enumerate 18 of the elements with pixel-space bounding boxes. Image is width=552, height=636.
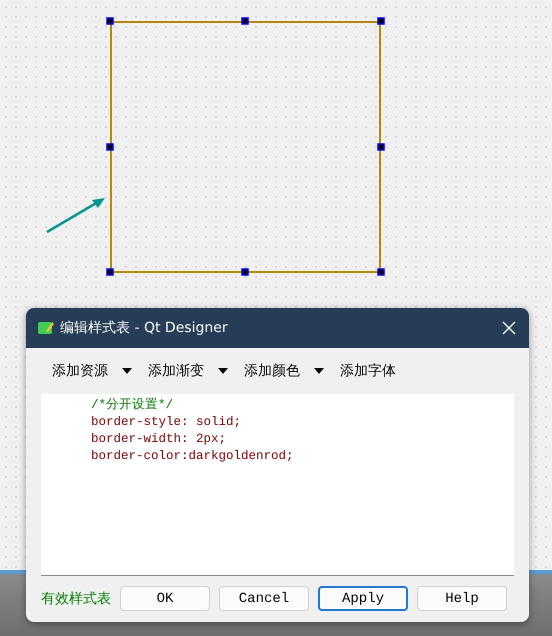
close-button[interactable] <box>501 320 517 336</box>
validity-status: 有效样式表 <box>41 590 111 608</box>
code-line: border-color:darkgoldenrod; <box>91 448 294 465</box>
arrow-icon <box>46 198 105 234</box>
window-title: 编辑样式表 - Qt Designer <box>60 319 229 337</box>
code-line: border-width: 2px; <box>91 431 226 448</box>
toolbar-button[interactable]: 添加字体 <box>340 362 396 380</box>
toolbar-button[interactable]: 添加颜色 <box>244 362 324 380</box>
dialog-button[interactable]: Apply <box>318 586 408 611</box>
code-comment: /*分开设置*/ <box>91 397 174 414</box>
code-line: border-style: solid; <box>91 414 242 431</box>
stylesheet-editor[interactable]: /*分开设置*/ border-style: solid; border-width: 2px; border-color:darkgoldenrod; <box>41 394 514 576</box>
dialog-button[interactable]: Cancel <box>219 586 309 611</box>
toolbar-button[interactable]: 添加资源 <box>52 362 132 380</box>
toolbar-button[interactable]: 添加渐变 <box>148 362 228 380</box>
dialog-button[interactable]: Help <box>417 586 507 611</box>
dialog-button[interactable]: OK <box>120 586 210 611</box>
app-logo-icon <box>38 320 54 336</box>
